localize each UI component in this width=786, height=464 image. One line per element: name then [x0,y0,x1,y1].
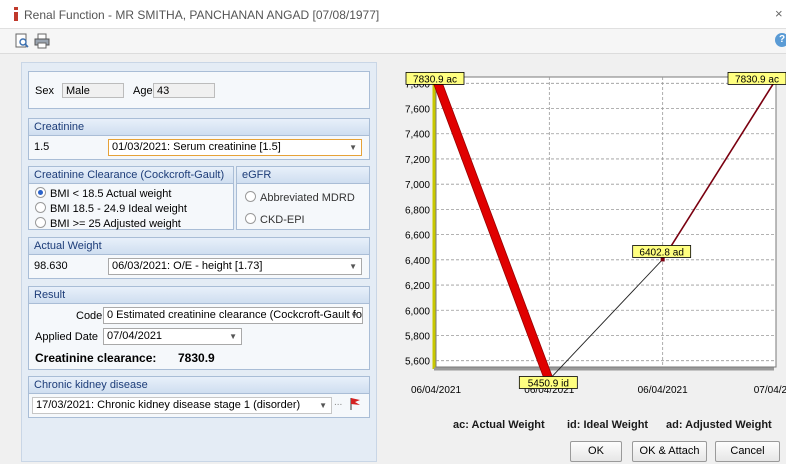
y-tick-label: 5,600 [405,357,430,368]
weight-box: Actual Weight 98.630 06/03/2021: O/E - h… [28,237,370,279]
radio-ckd-epi-label: CKD-EPI [260,214,305,226]
help-icon[interactable]: ? [775,33,786,47]
data-label: 6402.8 ad [639,247,684,258]
patient-info-box: Sex Male Age 43 [28,71,370,109]
weight-header: Actual Weight [29,238,369,255]
y-tick-label: 7,200 [405,155,430,166]
applied-date-select[interactable]: 07/04/2021 ▼ [103,328,242,345]
window-title: Renal Function - MR SMITHA, PANCHANAN AN… [24,8,380,22]
ckd-header-label: Chronic kidney disease [34,379,148,391]
y-tick-label: 6,600 [405,231,430,242]
sex-field: Male [62,83,124,98]
print-preview-icon[interactable] [14,33,30,49]
clearance-header-label: Creatinine Clearance (Cockcroft-Gault) [34,169,225,181]
cancel-button[interactable]: Cancel [715,441,780,462]
ok-attach-button[interactable]: OK & Attach [632,441,707,462]
chevron-down-icon: ▼ [349,143,357,152]
clearance-result-value: 7830.9 [178,351,215,365]
data-label: 7830.9 ac [413,74,457,85]
result-box: Result Code 0 Estimated creatinine clear… [28,286,370,370]
y-tick-label: 7,400 [405,130,430,141]
legend-ideal-weight: id: Ideal Weight [567,419,649,431]
clearance-result-label: Creatinine clearance: [35,351,157,365]
radio-icon [35,217,46,228]
ok-button[interactable]: OK [570,441,622,462]
creatinine-value: 1.5 [34,141,50,153]
radio-ideal-weight-label: BMI 18.5 - 24.9 Ideal weight [50,203,187,215]
legend-actual-weight: ac: Actual Weight [453,419,545,431]
renal-input-panel: Sex Male Age 43 Creatinine 1.5 01/03/202… [21,62,377,462]
radio-icon [245,191,256,202]
creatinine-header-label: Creatinine [34,121,85,133]
radio-ckd-epi[interactable]: CKD-EPI [245,213,305,226]
weight-value: 98.630 [34,260,68,272]
y-tick-label: 7,600 [405,105,430,116]
radio-adjusted-weight[interactable]: BMI >= 25 Adjusted weight [35,217,181,230]
age-field: 43 [153,83,215,98]
radio-mdrd-label: Abbreviated MDRD [260,192,355,204]
creatinine-header: Creatinine [29,119,369,136]
x-tick-label: 06/04/2021 [638,385,688,396]
chevron-down-icon: ▼ [349,262,357,271]
radio-actual-weight[interactable]: BMI < 18.5 Actual weight [35,187,171,200]
weight-header-label: Actual Weight [34,240,102,252]
code-text: 0 Estimated creatinine clearance (Cockcr… [107,309,362,321]
weight-chart: 7,8007,6007,4007,2007,0006,8006,6006,400… [382,62,786,402]
chevron-down-icon: ▼ [229,332,237,341]
clearance-header: Creatinine Clearance (Cockcroft-Gault) [29,167,233,184]
weight-source-select[interactable]: 06/03/2021: O/E - height [1.73] ▼ [108,258,362,275]
radio-mdrd[interactable]: Abbreviated MDRD [245,191,355,204]
egfr-header-label: eGFR [242,169,272,181]
toolbar: ? [0,29,786,54]
egfr-header: eGFR [237,167,369,184]
code-label: Code [76,310,103,322]
sex-label: Sex [35,85,54,97]
ckd-box: Chronic kidney disease 17/03/2021: Chron… [28,376,370,418]
radio-ideal-weight[interactable]: BMI 18.5 - 24.9 Ideal weight [35,202,187,215]
radio-icon [245,213,256,224]
print-icon[interactable] [34,33,50,49]
legend-adjusted-weight: ad: Adjusted Weight [666,419,772,431]
creatinine-source-text: 01/03/2021: Serum creatinine [1.5] [112,141,281,153]
data-label: 7830.9 ac [735,74,779,85]
radio-selected-icon [35,187,46,198]
ckd-more-button[interactable]: ... [334,397,342,408]
radio-actual-weight-label: BMI < 18.5 Actual weight [50,188,172,200]
result-header: Result [29,287,369,304]
weight-source-text: 06/03/2021: O/E - height [1.73] [112,260,263,272]
y-tick-label: 5,800 [405,331,430,342]
applied-date-text: 07/04/2021 [107,330,163,342]
title-bar: Renal Function - MR SMITHA, PANCHANAN AN… [0,0,786,29]
applied-date-label: Applied Date [35,331,98,343]
x-tick-label: 06/04/2021 [411,385,461,396]
y-tick-label: 7,000 [405,180,430,191]
code-select[interactable]: 0 Estimated creatinine clearance (Cockcr… [103,307,363,324]
radio-icon [35,202,46,213]
data-label: 5450.9 id [528,378,569,389]
chevron-down-icon: ▼ [350,311,358,320]
result-header-label: Result [34,289,66,301]
app-icon [14,7,18,21]
y-tick-label: 6,000 [405,306,430,317]
x-tick-label: 07/04/202 [754,385,786,396]
ckd-select[interactable]: 17/03/2021: Chronic kidney disease stage… [32,397,332,414]
y-tick-label: 6,400 [405,256,430,267]
renal-function-window: Renal Function - MR SMITHA, PANCHANAN AN… [0,0,786,464]
ckd-text: 17/03/2021: Chronic kidney disease stage… [36,399,301,411]
egfr-box: eGFR Abbreviated MDRD CKD-EPI [236,166,370,230]
age-label: Age [133,85,153,97]
radio-adjusted-weight-label: BMI >= 25 Adjusted weight [50,218,181,230]
chevron-down-icon: ▼ [319,401,327,410]
close-button[interactable]: × [775,6,783,21]
y-tick-label: 6,800 [405,205,430,216]
creatinine-source-select[interactable]: 01/03/2021: Serum creatinine [1.5] ▼ [108,139,362,156]
red-flag-icon[interactable] [349,397,361,411]
y-tick-label: 6,200 [405,281,430,292]
clearance-box: Creatinine Clearance (Cockcroft-Gault) B… [28,166,234,230]
ckd-header: Chronic kidney disease [29,377,369,394]
creatinine-box: Creatinine 1.5 01/03/2021: Serum creatin… [28,118,370,160]
chart-plot-area: 7,8007,6007,4007,2007,0006,8006,6006,400… [405,72,786,396]
